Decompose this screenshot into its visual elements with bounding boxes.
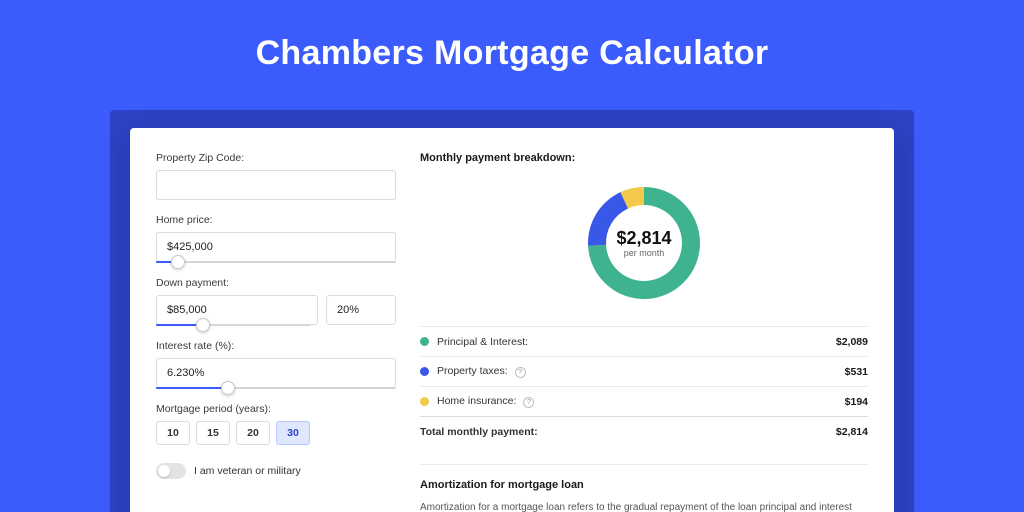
field-mortgage-period: Mortgage period (years): 10152030 <box>156 403 396 445</box>
period-option-20[interactable]: 20 <box>236 421 270 445</box>
field-down-payment: Down payment: <box>156 277 396 326</box>
veteran-toggle[interactable] <box>156 463 186 479</box>
breakdown-value: $194 <box>845 396 868 408</box>
veteran-label: I am veteran or military <box>194 465 301 477</box>
zip-input[interactable] <box>156 170 396 200</box>
period-option-15[interactable]: 15 <box>196 421 230 445</box>
period-option-10[interactable]: 10 <box>156 421 190 445</box>
breakdown-value: $2,089 <box>836 336 868 348</box>
breakdown-total-value: $2,814 <box>836 426 868 438</box>
down-payment-slider-thumb[interactable] <box>196 318 210 332</box>
down-payment-slider[interactable] <box>156 324 311 326</box>
zip-label: Property Zip Code: <box>156 152 396 164</box>
page-title: Chambers Mortgage Calculator <box>0 0 1024 95</box>
amortization-body: Amortization for a mortgage loan refers … <box>420 501 868 512</box>
calculator-card: Property Zip Code: Home price: Down paym… <box>130 128 894 512</box>
breakdown-row-principal: Principal & Interest: $2,089 <box>420 326 868 356</box>
donut-amount: $2,814 <box>616 228 671 248</box>
breakdown-row-insurance: Home insurance: ? $194 <box>420 386 868 416</box>
breakdown-value: $531 <box>845 366 868 378</box>
interest-rate-slider[interactable] <box>156 387 396 389</box>
amortization-section: Amortization for mortgage loan Amortizat… <box>420 464 868 512</box>
interest-rate-slider-fill <box>156 387 228 389</box>
dot-taxes <box>420 367 429 376</box>
interest-rate-input[interactable] <box>156 358 396 388</box>
interest-rate-slider-thumb[interactable] <box>221 381 235 395</box>
field-zip: Property Zip Code: <box>156 152 396 200</box>
home-price-slider[interactable] <box>156 261 396 263</box>
amortization-title: Amortization for mortgage loan <box>420 479 868 491</box>
down-payment-label: Down payment: <box>156 277 396 289</box>
breakdown-total-label: Total monthly payment: <box>420 426 836 438</box>
dot-principal <box>420 337 429 346</box>
field-interest-rate: Interest rate (%): <box>156 340 396 389</box>
down-payment-input[interactable] <box>156 295 318 325</box>
down-payment-pct-input[interactable] <box>326 295 396 325</box>
donut-chart: $2,814 per month <box>420 174 868 326</box>
field-veteran: I am veteran or military <box>156 463 396 479</box>
breakdown-title: Monthly payment breakdown: <box>420 152 868 164</box>
field-home-price: Home price: <box>156 214 396 263</box>
form-column: Property Zip Code: Home price: Down paym… <box>156 152 396 512</box>
interest-rate-label: Interest rate (%): <box>156 340 396 352</box>
breakdown-label: Home insurance: ? <box>437 395 845 408</box>
home-price-label: Home price: <box>156 214 396 226</box>
info-icon[interactable]: ? <box>523 397 534 408</box>
dot-insurance <box>420 397 429 406</box>
home-price-slider-thumb[interactable] <box>171 255 185 269</box>
breakdown-row-total: Total monthly payment: $2,814 <box>420 416 868 446</box>
donut-sub: per month <box>624 248 665 258</box>
breakdown-row-taxes: Property taxes: ? $531 <box>420 356 868 386</box>
info-icon[interactable]: ? <box>515 367 526 378</box>
veteran-toggle-knob <box>158 465 170 477</box>
mortgage-period-options: 10152030 <box>156 421 396 445</box>
mortgage-period-label: Mortgage period (years): <box>156 403 396 415</box>
period-option-30[interactable]: 30 <box>276 421 310 445</box>
home-price-input[interactable] <box>156 232 396 262</box>
breakdown-label: Property taxes: ? <box>437 365 845 378</box>
breakdown-column: Monthly payment breakdown: $2,814 per mo… <box>420 152 868 512</box>
breakdown-label: Principal & Interest: <box>437 336 836 348</box>
